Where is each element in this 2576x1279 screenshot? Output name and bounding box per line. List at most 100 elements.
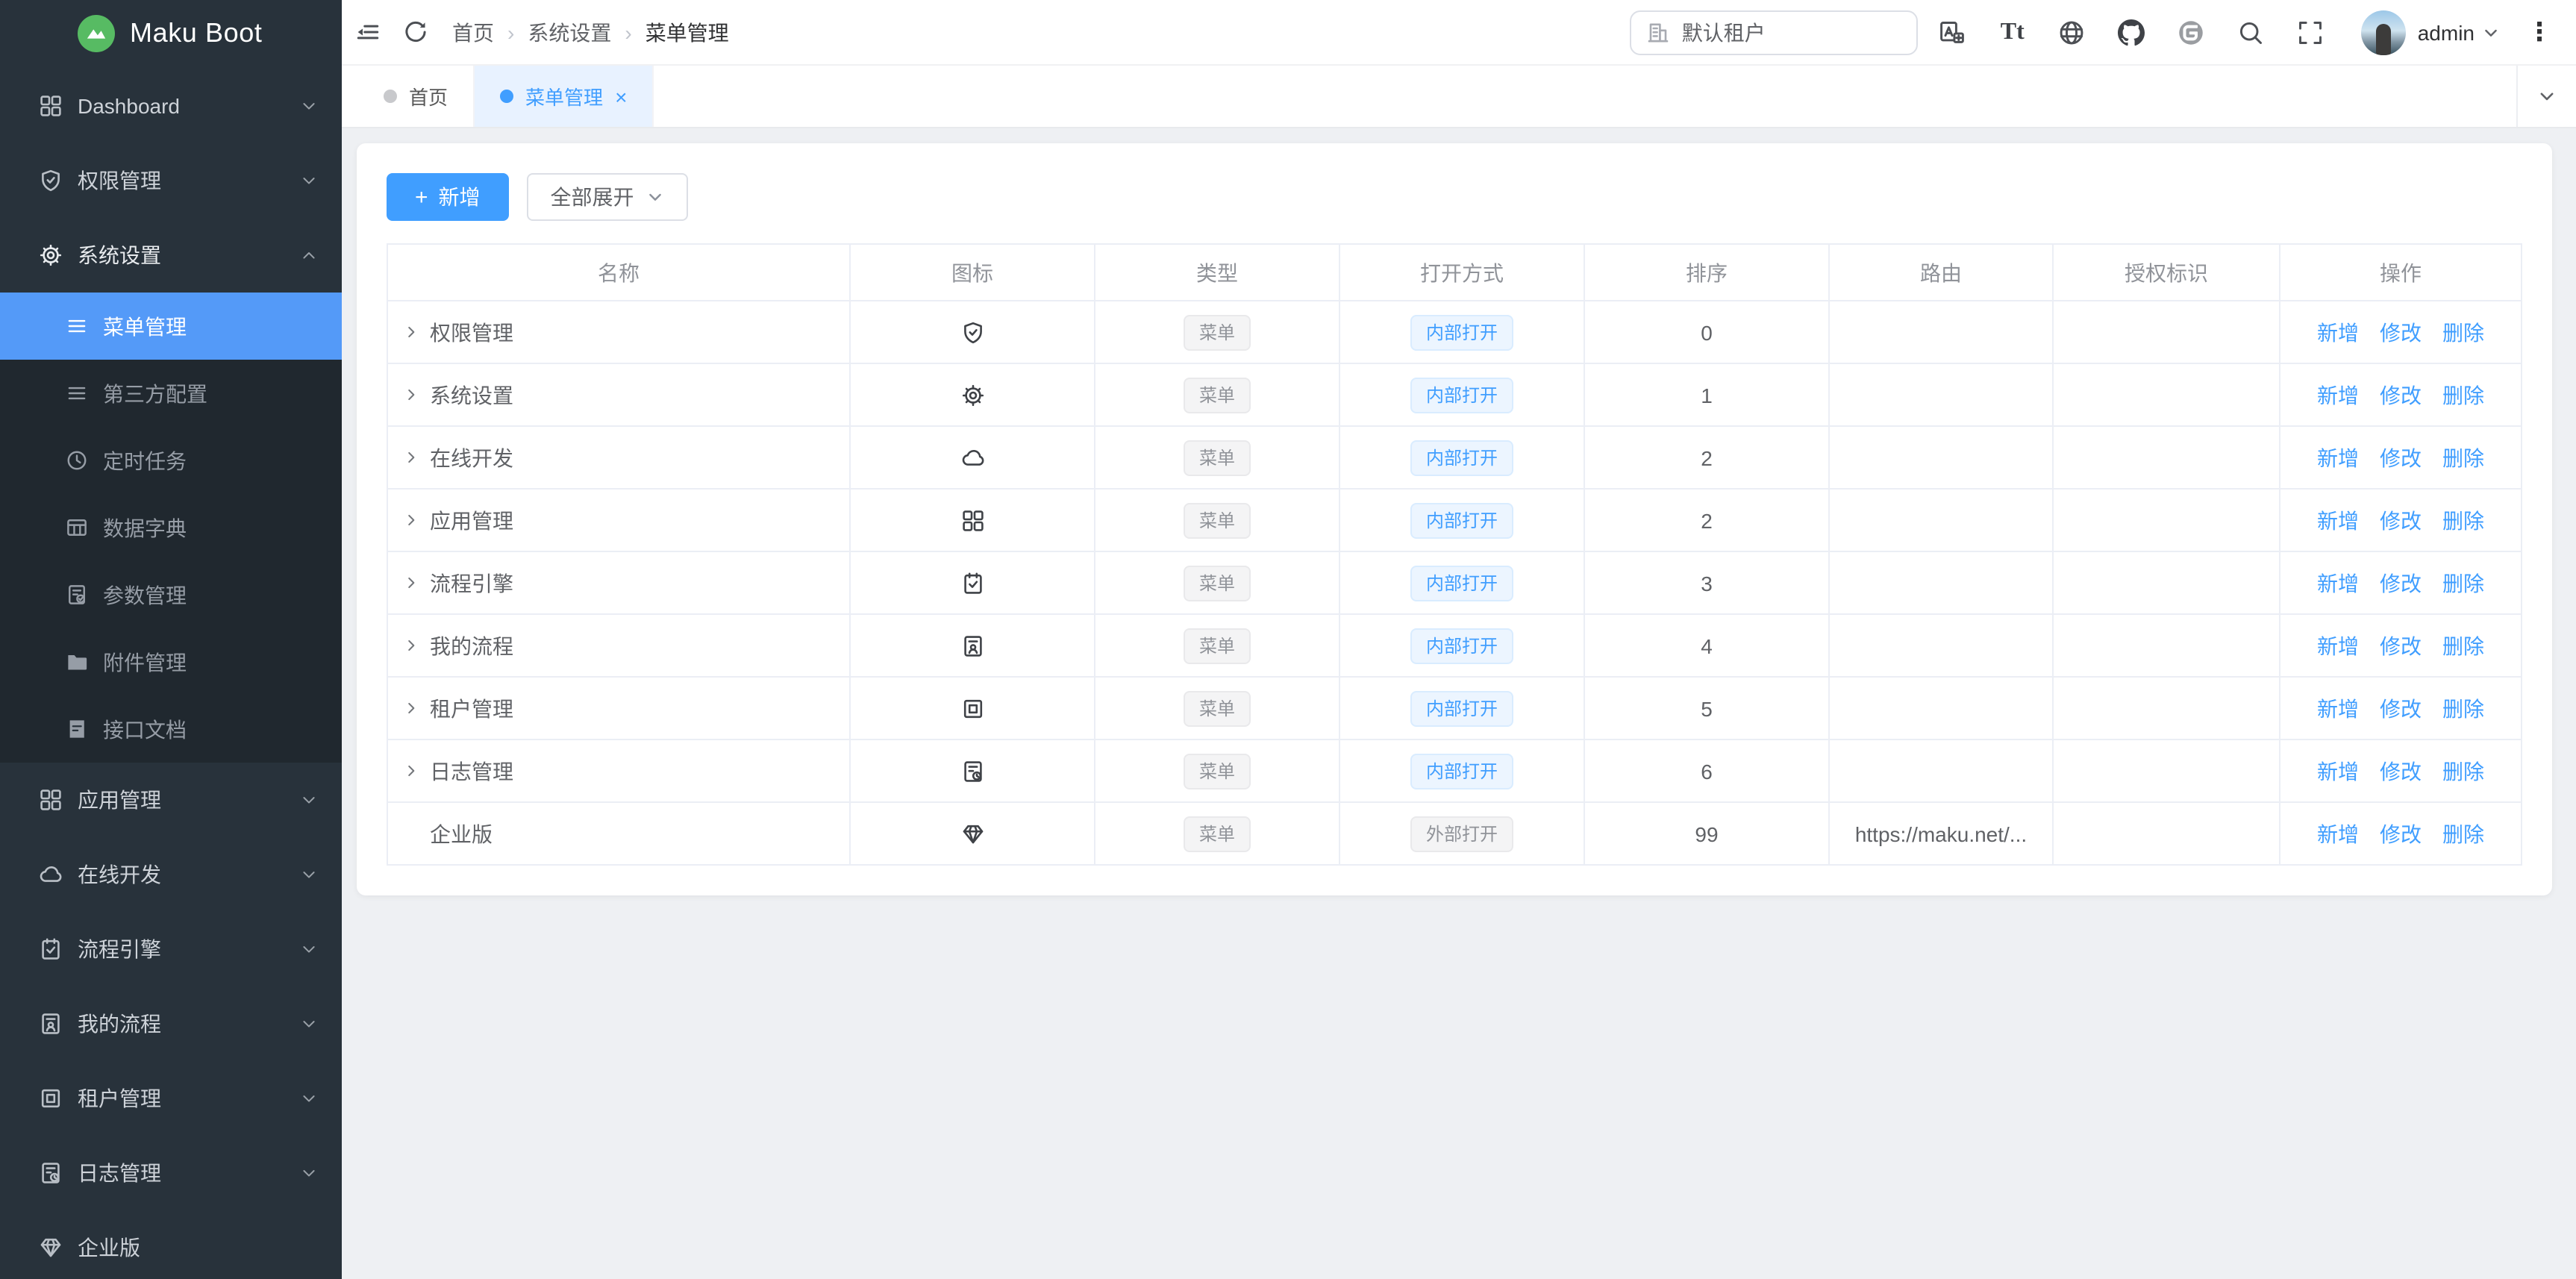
action-新增-link[interactable]: 新增 [2317, 696, 2359, 720]
cell-route [1829, 426, 2053, 489]
expand-row-icon[interactable] [403, 699, 430, 717]
sidebar-item-系统设置[interactable]: 系统设置 [0, 218, 342, 293]
action-修改-link[interactable]: 修改 [2380, 822, 2422, 845]
sidebar-item-租户管理[interactable]: 租户管理 [0, 1061, 342, 1136]
sidebar-item-菜单管理[interactable]: 菜单管理 [0, 293, 342, 360]
tab-首页[interactable]: 首页 [358, 66, 475, 127]
gem-icon [39, 1236, 63, 1260]
tenant-select[interactable]: 默认租户 [1630, 10, 1918, 54]
cell-open-mode: 内部打开 [1339, 301, 1584, 363]
action-修改-link[interactable]: 修改 [2380, 508, 2422, 532]
expand-row-icon[interactable] [403, 637, 430, 654]
translate-icon[interactable] [1939, 18, 1967, 46]
cell-open-mode: 内部打开 [1339, 739, 1584, 802]
sidebar-item-应用管理[interactable]: 应用管理 [0, 763, 342, 837]
cell-auth [2053, 363, 2280, 426]
menu-name: 系统设置 [430, 380, 513, 410]
open-mode-badge: 内部打开 [1411, 440, 1513, 475]
sidebar-item-数据字典[interactable]: 数据字典 [0, 494, 342, 561]
chevron-down-icon[interactable] [2482, 23, 2500, 41]
tabs-dropdown-button[interactable] [2516, 66, 2576, 127]
action-新增-link[interactable]: 新增 [2317, 445, 2359, 469]
tenant-value: 默认租户 [1682, 17, 1766, 47]
cell-icon [850, 301, 1095, 363]
plus-icon: + [415, 184, 428, 210]
expand-all-button[interactable]: 全部展开 [527, 173, 688, 221]
action-删除-link[interactable]: 删除 [2442, 383, 2484, 407]
action-新增-link[interactable]: 新增 [2317, 508, 2359, 532]
cell-sort: 2 [1584, 489, 1829, 551]
action-修改-link[interactable]: 修改 [2380, 320, 2422, 344]
action-新增-link[interactable]: 新增 [2317, 759, 2359, 783]
action-删除-link[interactable]: 删除 [2442, 508, 2484, 532]
action-新增-link[interactable]: 新增 [2317, 320, 2359, 344]
sidebar-item-流程引擎[interactable]: 流程引擎 [0, 912, 342, 986]
github-icon[interactable] [2118, 18, 2146, 46]
action-删除-link[interactable]: 删除 [2442, 320, 2484, 344]
font-size-icon[interactable]: Tt [1998, 18, 2027, 46]
sidebar-item-我的流程[interactable]: 我的流程 [0, 986, 342, 1061]
sidebar-item-企业版[interactable]: 企业版 [0, 1210, 342, 1279]
sidebar-item-Dashboard[interactable]: Dashboard [0, 69, 342, 143]
action-新增-link[interactable]: 新增 [2317, 571, 2359, 595]
menu-lines-icon [66, 315, 88, 337]
cell-icon [850, 551, 1095, 614]
action-修改-link[interactable]: 修改 [2380, 759, 2422, 783]
expand-row-icon[interactable] [403, 574, 430, 592]
refresh-icon[interactable] [401, 19, 428, 46]
gitee-icon[interactable] [2178, 18, 2206, 46]
sidebar-item-在线开发[interactable]: 在线开发 [0, 837, 342, 912]
breadcrumb-item[interactable]: 系统设置 [528, 17, 611, 47]
expand-row-icon[interactable] [403, 386, 430, 404]
kebab-dots-icon[interactable]: ⋮ [2527, 17, 2552, 47]
action-新增-link[interactable]: 新增 [2317, 822, 2359, 845]
shield-check-icon [960, 321, 984, 345]
action-新增-link[interactable]: 新增 [2317, 383, 2359, 407]
expand-row-icon[interactable] [403, 762, 430, 780]
sidebar-item-参数管理[interactable]: 参数管理 [0, 561, 342, 628]
action-删除-link[interactable]: 删除 [2442, 759, 2484, 783]
breadcrumb-separator-icon: › [625, 20, 631, 44]
fullscreen-icon[interactable] [2297, 18, 2325, 46]
sidebar-item-接口文档[interactable]: 接口文档 [0, 695, 342, 763]
action-修改-link[interactable]: 修改 [2380, 696, 2422, 720]
sidebar-item-label: 附件管理 [103, 647, 187, 677]
close-icon[interactable]: × [615, 86, 627, 107]
cloud-icon [960, 446, 984, 470]
chevron-down-icon [300, 172, 318, 190]
sidebar-item-label: 租户管理 [78, 1083, 161, 1113]
sidebar-item-权限管理[interactable]: 权限管理 [0, 143, 342, 218]
app-logo[interactable]: Maku Boot [0, 0, 342, 66]
cell-route [1829, 489, 2053, 551]
expand-row-icon[interactable] [403, 448, 430, 466]
expand-row-icon[interactable] [403, 511, 430, 529]
type-badge: 菜单 [1184, 377, 1250, 413]
sidebar-item-日志管理[interactable]: 日志管理 [0, 1136, 342, 1210]
sidebar-item-第三方配置[interactable]: 第三方配置 [0, 360, 342, 427]
search-icon[interactable] [2237, 18, 2266, 46]
folder-icon [66, 651, 88, 673]
action-修改-link[interactable]: 修改 [2380, 383, 2422, 407]
globe-icon[interactable] [2058, 18, 2086, 46]
sidebar-item-label: 定时任务 [103, 445, 187, 475]
action-删除-link[interactable]: 删除 [2442, 445, 2484, 469]
fold-sidebar-icon[interactable] [354, 19, 381, 46]
sidebar-item-定时任务[interactable]: 定时任务 [0, 427, 342, 494]
action-新增-link[interactable]: 新增 [2317, 634, 2359, 657]
action-删除-link[interactable]: 删除 [2442, 696, 2484, 720]
action-修改-link[interactable]: 修改 [2380, 634, 2422, 657]
action-修改-link[interactable]: 修改 [2380, 571, 2422, 595]
breadcrumb-item[interactable]: 首页 [452, 17, 494, 47]
action-删除-link[interactable]: 删除 [2442, 822, 2484, 845]
sidebar-item-附件管理[interactable]: 附件管理 [0, 628, 342, 695]
action-修改-link[interactable]: 修改 [2380, 445, 2422, 469]
expand-row-icon[interactable] [403, 323, 430, 341]
cell-name: 在线开发 [387, 426, 850, 489]
avatar[interactable] [2361, 10, 2406, 54]
action-删除-link[interactable]: 删除 [2442, 634, 2484, 657]
tab-菜单管理[interactable]: 菜单管理 × [475, 66, 654, 127]
username[interactable]: admin [2418, 20, 2475, 44]
cell-icon [850, 677, 1095, 739]
add-button[interactable]: + 新增 [387, 173, 509, 221]
action-删除-link[interactable]: 删除 [2442, 571, 2484, 595]
